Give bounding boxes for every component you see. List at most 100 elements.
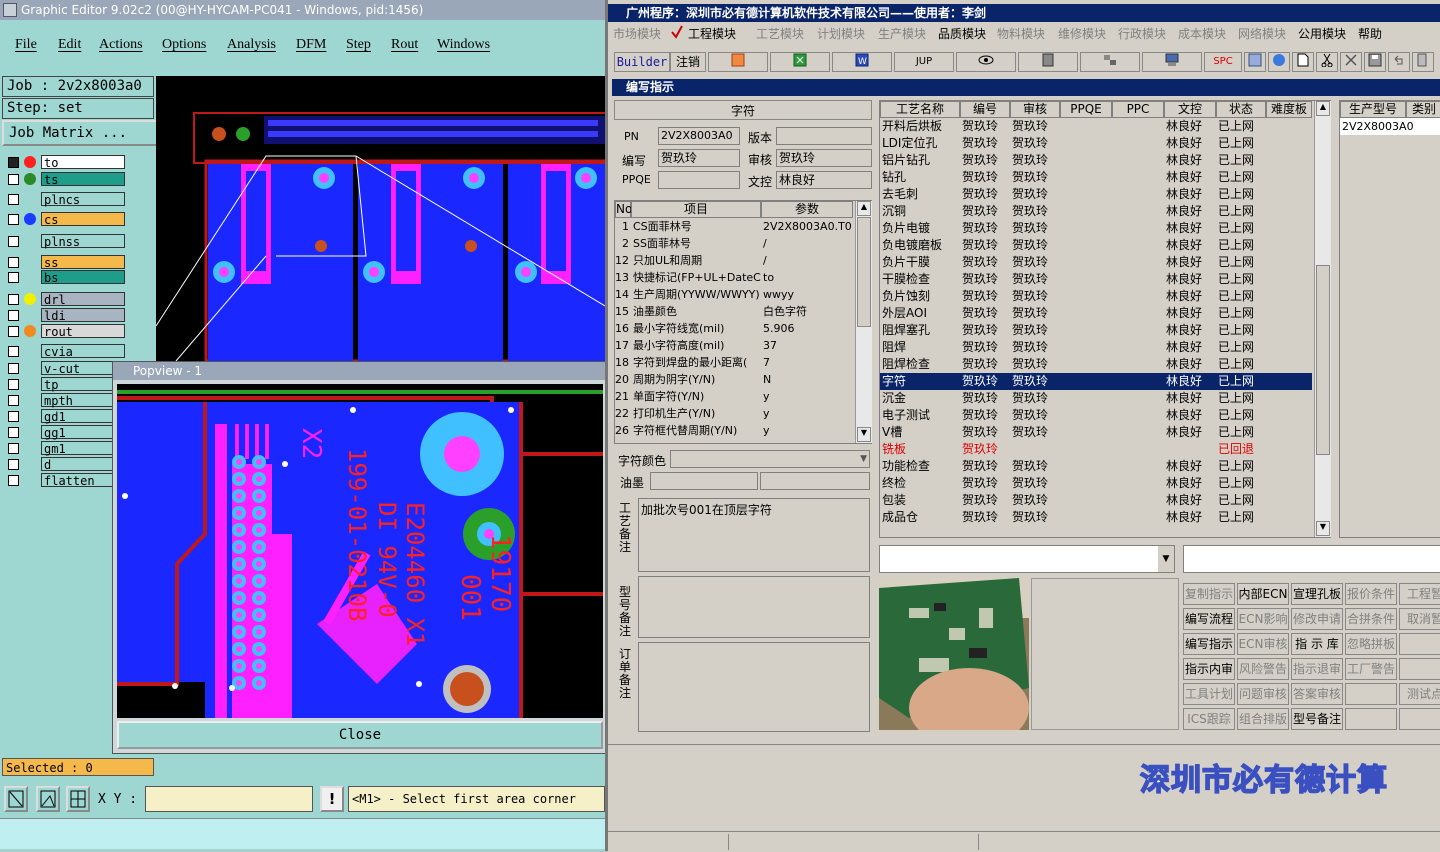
process-row[interactable]: 外层AOI 贺玖玲 贺玖玲 林良好 已上网 — [880, 305, 1312, 322]
process-row[interactable]: 成品仓 贺玖玲 贺玖玲 林良好 已上网 — [880, 509, 1312, 526]
action-button[interactable]: 取消暂 — [1399, 608, 1440, 630]
action-button[interactable]: 测试点 — [1399, 683, 1440, 705]
view-button[interactable] — [956, 52, 1016, 72]
builder-button[interactable]: Builder — [614, 52, 670, 72]
layer-checkbox[interactable] — [8, 272, 19, 283]
process-row[interactable]: V槽 贺玖玲 贺玖玲 林良好 已上网 — [880, 424, 1312, 441]
param-row[interactable]: 13 快捷标记(FP+UL+DateCo to — [615, 269, 851, 286]
layer-checkbox[interactable] — [8, 363, 19, 374]
layer-checkbox[interactable] — [8, 427, 19, 438]
layer-row-v-cut[interactable]: v-cut — [5, 361, 125, 376]
menu-admin[interactable]: 行政模块 — [1118, 25, 1166, 42]
ie-button[interactable] — [1268, 52, 1290, 72]
menu-production[interactable]: 生产模块 — [878, 25, 926, 42]
param-row[interactable]: 21 单面字符(Y/N) y — [615, 388, 851, 405]
layer-row-tp[interactable]: tp — [5, 377, 125, 392]
save-button[interactable] — [1364, 52, 1386, 72]
review-field[interactable]: 贺玖玲 — [776, 149, 872, 167]
param-row[interactable]: 20 周期为阴字(Y/N) N — [615, 371, 851, 388]
layer-checkbox[interactable] — [8, 294, 19, 305]
process-row[interactable]: 负片干膜 贺玖玲 贺玖玲 林良好 已上网 — [880, 254, 1312, 271]
process-row[interactable]: 阻焊塞孔 贺玖玲 贺玖玲 林良好 已上网 — [880, 322, 1312, 339]
layer-checkbox[interactable] — [8, 174, 19, 185]
process-row[interactable]: 钻孔 贺玖玲 贺玖玲 林良好 已上网 — [880, 169, 1312, 186]
param-row[interactable]: 26 字符框代替周期(Y/N) y — [615, 422, 851, 439]
action-button[interactable] — [1399, 633, 1440, 655]
action-button[interactable]: 风险警告 — [1237, 658, 1289, 680]
param-row[interactable]: 18 字符到焊盘的最小距离(7 — [615, 354, 851, 371]
layer-row-cvia[interactable]: cvia — [5, 344, 125, 359]
param-row[interactable]: 2 SS面菲林号 / — [615, 235, 851, 252]
undo-button[interactable] — [1388, 52, 1410, 72]
layer-row-gd1[interactable]: gd1 — [5, 409, 125, 424]
param-row[interactable]: 17 最小字符高度(mil) 37 — [615, 337, 851, 354]
word-button[interactable]: W — [832, 52, 892, 72]
action-button[interactable]: ECN影响 — [1237, 608, 1289, 630]
layer-row-bs[interactable]: bs — [5, 270, 125, 285]
menu-rout[interactable]: Rout — [391, 37, 418, 53]
menu-help[interactable]: 帮助 — [1358, 25, 1382, 42]
search-field[interactable] — [1183, 545, 1440, 573]
layer-row-mpth[interactable]: mpth — [5, 393, 125, 408]
process-row[interactable]: 干膜检查 贺玖玲 贺玖玲 林良好 已上网 — [880, 271, 1312, 288]
process-row[interactable]: 终检 贺玖玲 贺玖玲 林良好 已上网 — [880, 475, 1312, 492]
menu-cost[interactable]: 成本模块 — [1178, 25, 1226, 42]
popview-canvas[interactable]: X2 199-01-0210B E204460 X1 DI 94V-0 1917… — [117, 384, 603, 718]
popview-close-button[interactable]: Close — [117, 721, 603, 749]
process-row[interactable]: 电子测试 贺玖玲 贺玖玲 林良好 已上网 — [880, 407, 1312, 424]
spc-button[interactable]: SPC — [1204, 52, 1242, 72]
layer-checkbox[interactable] — [8, 326, 19, 337]
delete-button[interactable] — [1340, 52, 1362, 72]
process-row[interactable]: 包装 贺玖玲 贺玖玲 林良好 已上网 — [880, 492, 1312, 509]
order-note-field[interactable] — [638, 642, 870, 732]
process-row[interactable]: 阻焊 贺玖玲 贺玖玲 林良好 已上网 — [880, 339, 1312, 356]
pcb-graphic-view[interactable] — [156, 76, 605, 361]
process-combo[interactable]: ▼ — [879, 545, 1175, 573]
menu-step[interactable]: Step — [346, 37, 371, 53]
measure-button[interactable] — [36, 786, 60, 812]
layer-checkbox[interactable] — [8, 459, 19, 470]
process-row[interactable]: 负电镀磨板 贺玖玲 贺玖玲 林良好 已上网 — [880, 237, 1312, 254]
menu-options[interactable]: Options — [162, 37, 206, 53]
layer-checkbox[interactable] — [8, 411, 19, 422]
menu-engineering[interactable]: 工程模块 — [688, 25, 736, 42]
doc-field[interactable]: 林良好 — [776, 171, 872, 189]
process-row[interactable]: 功能检查 贺玖玲 贺玖玲 林良好 已上网 — [880, 458, 1312, 475]
param-row[interactable]: 22 打印机生产(Y/N) y — [615, 405, 851, 422]
network-button[interactable] — [1080, 52, 1140, 72]
menu-network[interactable]: 网络模块 — [1238, 25, 1286, 42]
action-button[interactable]: 复制指示 — [1183, 583, 1235, 605]
layer-row-flatten[interactable]: flatten — [5, 473, 125, 488]
action-button[interactable]: 问题审核 — [1237, 683, 1289, 705]
menu-common[interactable]: 公用模块 — [1298, 25, 1346, 42]
action-button[interactable]: 内部ECN — [1237, 583, 1289, 605]
layer-checkbox[interactable] — [8, 346, 19, 357]
jup-button[interactable]: JUP — [894, 52, 954, 72]
process-row[interactable]: 铣板 贺玖玲 已回退 — [880, 441, 1312, 458]
author-field[interactable]: 贺玖玲 — [658, 149, 740, 167]
layer-row-to[interactable]: to — [5, 155, 125, 170]
char-color-select[interactable]: ▼ — [670, 450, 870, 468]
param-scrollbar[interactable]: ▲ ▼ — [855, 201, 872, 443]
layer-row-d[interactable]: d — [5, 457, 125, 472]
process-row[interactable]: 去毛刺 贺玖玲 贺玖玲 林良好 已上网 — [880, 186, 1312, 203]
new-button[interactable] — [1292, 52, 1314, 72]
action-button[interactable]: 工程暂 — [1399, 583, 1440, 605]
action-button[interactable]: 编写流程 — [1183, 608, 1235, 630]
menu-material[interactable]: 物料模块 — [997, 25, 1045, 42]
process-row[interactable]: 负片蚀刻 贺玖玲 贺玖玲 林良好 已上网 — [880, 288, 1312, 305]
process-row[interactable]: 阻焊检查 贺玖玲 贺玖玲 林良好 已上网 — [880, 356, 1312, 373]
layer-row-rout[interactable]: rout — [5, 324, 125, 339]
process-row[interactable]: LDI定位孔 贺玖玲 贺玖玲 林良好 已上网 — [880, 135, 1312, 152]
layer-checkbox[interactable] — [8, 475, 19, 486]
action-button[interactable]: 报价条件 — [1345, 583, 1397, 605]
action-button[interactable]: 修改申请 — [1291, 608, 1343, 630]
layer-checkbox[interactable] — [8, 310, 19, 321]
param-row[interactable]: 16 最小字符线宽(mil) 5.906 — [615, 320, 851, 337]
layer-checkbox[interactable] — [8, 379, 19, 390]
action-button[interactable]: 宣理孔板 — [1291, 583, 1343, 605]
action-button[interactable]: 型号备注 — [1291, 708, 1343, 730]
menu-quality[interactable]: 品质模块 — [938, 25, 986, 42]
action-button[interactable] — [1399, 708, 1440, 730]
menu-plan[interactable]: 计划模块 — [817, 25, 865, 42]
